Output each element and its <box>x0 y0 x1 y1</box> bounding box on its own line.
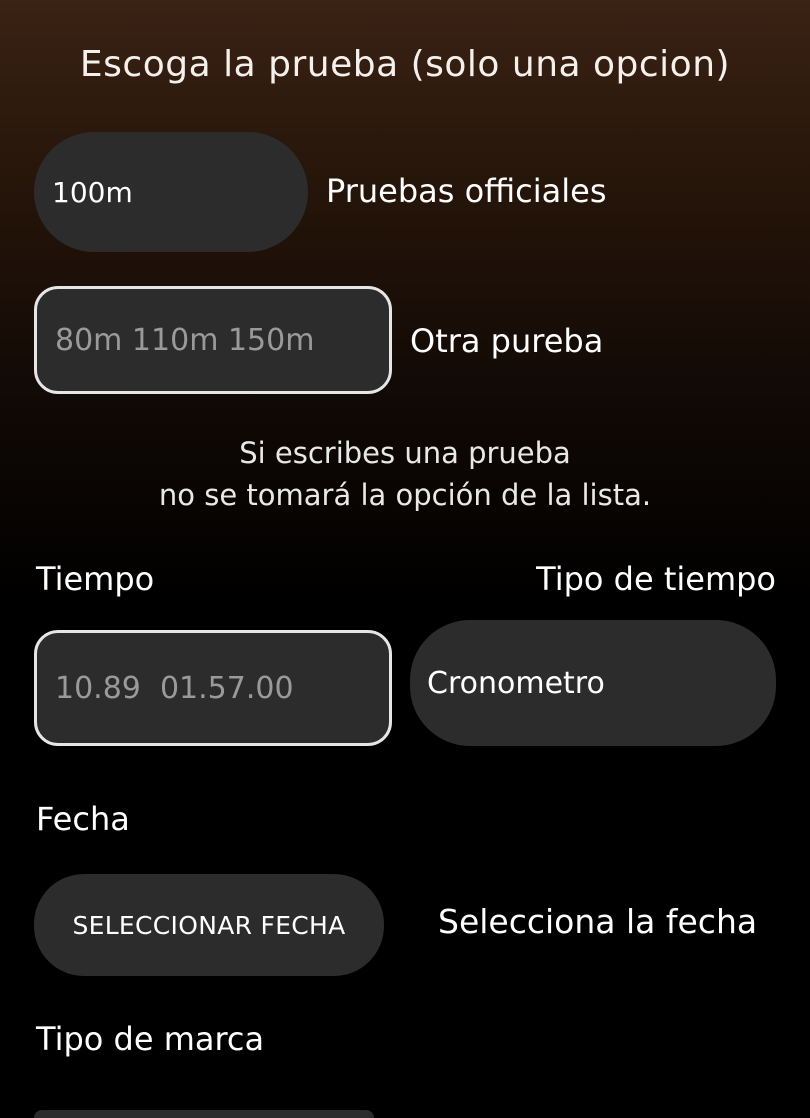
event-select[interactable]: 100m <box>34 132 308 252</box>
time-label: Tiempo <box>36 560 155 598</box>
hint-line-1: Si escribes una prueba <box>239 436 571 470</box>
select-date-button[interactable]: SELECCIONAR FECHA <box>34 874 384 976</box>
time-type-label: Tipo de tiempo <box>536 560 776 598</box>
mark-type-label: Tipo de marca <box>36 1020 265 1058</box>
date-value-text: Selecciona la fecha <box>438 902 758 941</box>
page-title: Escoga la prueba (solo una opcion) <box>79 44 731 85</box>
time-type-select[interactable]: Cronometro <box>410 620 776 746</box>
date-label: Fecha <box>36 800 130 838</box>
event-select-value: 100m <box>52 175 133 209</box>
select-date-button-label: SELECCIONAR FECHA <box>72 910 346 940</box>
other-event-field[interactable] <box>34 286 392 394</box>
hint-line-2: no se tomará la opción de la lista. <box>158 478 652 512</box>
time-type-value: Cronometro <box>427 665 605 701</box>
official-events-label: Pruebas officiales <box>326 172 607 210</box>
time-field[interactable] <box>34 630 392 746</box>
other-event-input[interactable] <box>37 322 389 358</box>
mark-type-select[interactable] <box>34 1110 374 1118</box>
other-event-label: Otra pureba <box>410 322 604 360</box>
time-input[interactable] <box>37 670 389 706</box>
